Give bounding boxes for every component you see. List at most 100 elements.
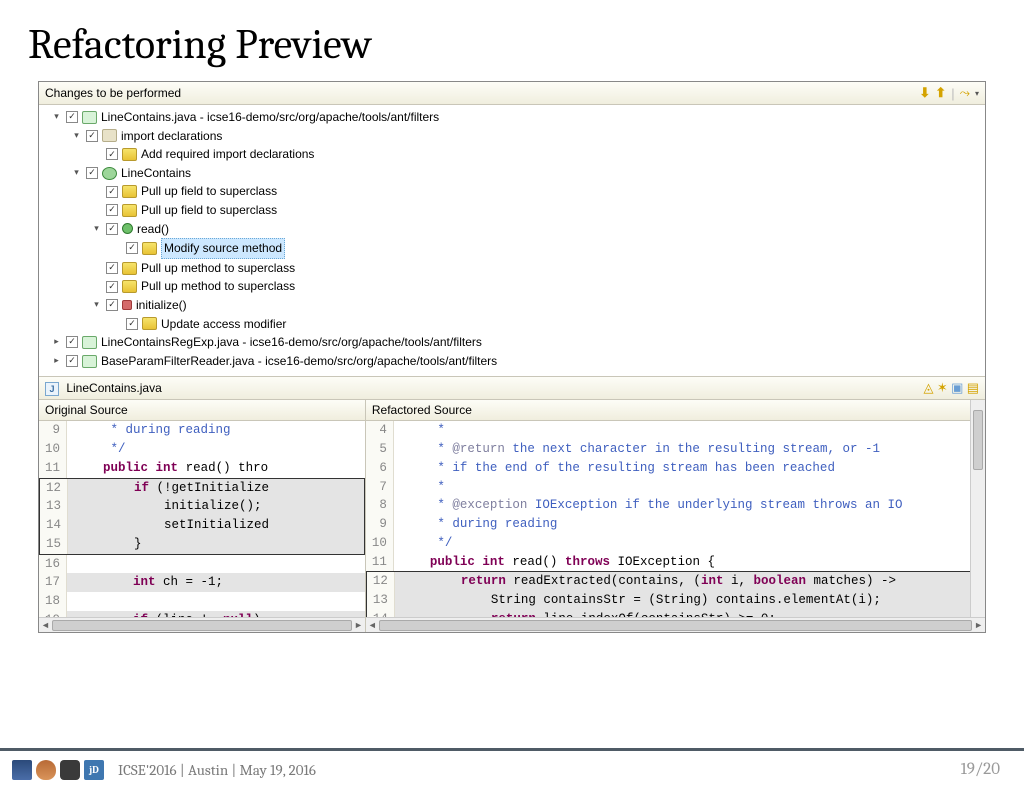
code-text: if (line != null) bbox=[67, 611, 261, 618]
tree-checkbox[interactable] bbox=[106, 186, 118, 198]
tree-node-label: import declarations bbox=[121, 127, 222, 146]
line-number: 17 bbox=[39, 573, 67, 592]
compare-file-name: LineContains.java bbox=[66, 381, 161, 395]
tree-node-label: Pull up method to superclass bbox=[141, 259, 295, 278]
line-number: 15 bbox=[40, 535, 68, 554]
tree-row[interactable]: Update access modifier bbox=[43, 315, 985, 334]
tree-checkbox[interactable] bbox=[106, 204, 118, 216]
tree-toggle-icon bbox=[91, 149, 102, 160]
line-number: 12 bbox=[367, 572, 395, 591]
code-line: 19 if (line != null) bbox=[39, 611, 365, 618]
tree-checkbox[interactable] bbox=[106, 262, 118, 274]
refactored-source-header: Refactored Source bbox=[366, 400, 985, 421]
tree-row[interactable]: Add required import declarations bbox=[43, 145, 985, 164]
tree-toggle-icon[interactable] bbox=[91, 300, 102, 311]
compare-icon-4[interactable]: ▤ bbox=[967, 380, 979, 395]
changes-panel-header: Changes to be performed ⬇ ⬆ | ⤳ ▾ bbox=[39, 82, 985, 105]
tree-toggle-icon[interactable] bbox=[91, 223, 102, 234]
tree-node-label: Pull up field to superclass bbox=[141, 201, 277, 220]
line-number: 8 bbox=[366, 496, 394, 515]
code-line: 4 * bbox=[366, 421, 985, 440]
tree-toggle-icon[interactable] bbox=[51, 356, 62, 367]
original-hscrollbar[interactable]: ◄► bbox=[39, 617, 365, 632]
tree-node-icon bbox=[122, 204, 137, 217]
tree-toggle-icon[interactable] bbox=[71, 168, 82, 179]
code-line: 14 setInitialized bbox=[39, 516, 365, 535]
refactoring-preview-dialog: Changes to be performed ⬇ ⬆ | ⤳ ▾ LineCo… bbox=[38, 81, 986, 633]
line-number: 7 bbox=[366, 478, 394, 497]
tree-checkbox[interactable] bbox=[66, 111, 78, 123]
tree-row[interactable]: read() bbox=[43, 220, 985, 239]
tree-node-label: Modify source method bbox=[161, 238, 285, 259]
refactored-vscrollbar[interactable] bbox=[970, 400, 985, 617]
tree-checkbox[interactable] bbox=[126, 242, 138, 254]
code-line: 12 return readExtracted(contains, (int i… bbox=[366, 571, 985, 591]
prev-change-icon[interactable]: ⬆ bbox=[935, 85, 946, 101]
line-number: 10 bbox=[39, 440, 67, 459]
tree-checkbox[interactable] bbox=[66, 336, 78, 348]
refactored-source-code[interactable]: 4 *5 * @return the next character in the… bbox=[366, 421, 985, 617]
tree-row[interactable]: LineContainsRegExp.java - icse16-demo/sr… bbox=[43, 333, 985, 352]
tree-toggle-icon[interactable] bbox=[71, 130, 82, 141]
tree-row[interactable]: import declarations bbox=[43, 127, 985, 146]
tree-toggle-icon[interactable] bbox=[51, 112, 62, 123]
tree-node-icon bbox=[82, 111, 97, 124]
code-text: String containsStr = (String) contains.e… bbox=[395, 591, 881, 610]
code-line: 16 bbox=[39, 555, 365, 574]
refactored-hscrollbar[interactable]: ◄► bbox=[366, 617, 985, 632]
compare-icon-1[interactable]: ◬ bbox=[923, 380, 933, 395]
tree-node-icon bbox=[82, 355, 97, 368]
code-line: 5 * @return the next character in the re… bbox=[366, 440, 985, 459]
code-text: public int read() thro bbox=[67, 459, 268, 478]
code-line: 10 */ bbox=[39, 440, 365, 459]
tree-checkbox[interactable] bbox=[106, 281, 118, 293]
next-change-icon[interactable]: ⬇ bbox=[919, 85, 930, 101]
tree-row[interactable]: Pull up field to superclass bbox=[43, 182, 985, 201]
code-line: 9 * during reading bbox=[39, 421, 365, 440]
compare-icon-2[interactable]: ✶ bbox=[937, 380, 948, 395]
changes-tree[interactable]: LineContains.java - icse16-demo/src/org/… bbox=[39, 105, 985, 376]
tree-row[interactable]: Pull up method to superclass bbox=[43, 277, 985, 296]
tree-row[interactable]: Pull up method to superclass bbox=[43, 259, 985, 278]
original-source-column: Original Source 9 * during reading10 */1… bbox=[39, 400, 366, 632]
tree-toggle-icon[interactable] bbox=[51, 337, 62, 348]
tree-checkbox[interactable] bbox=[86, 130, 98, 142]
code-text: * @exception IOException if the underlyi… bbox=[394, 496, 903, 515]
code-text: * during reading bbox=[67, 421, 231, 440]
tree-row[interactable]: LineContains.java - icse16-demo/src/org/… bbox=[43, 108, 985, 127]
tree-checkbox[interactable] bbox=[106, 299, 118, 311]
tree-checkbox[interactable] bbox=[106, 223, 118, 235]
filter-icon[interactable]: ⤳ bbox=[960, 85, 970, 101]
line-number: 13 bbox=[367, 591, 395, 610]
tree-node-label: initialize() bbox=[136, 296, 187, 315]
tree-checkbox[interactable] bbox=[106, 148, 118, 160]
line-number: 16 bbox=[39, 555, 67, 574]
original-source-code[interactable]: 9 * during reading10 */11 public int rea… bbox=[39, 421, 365, 617]
original-source-header: Original Source bbox=[39, 400, 365, 421]
code-line: 13 String containsStr = (String) contain… bbox=[366, 591, 985, 610]
tree-node-icon bbox=[122, 280, 137, 293]
tree-row[interactable]: Modify source method bbox=[43, 238, 985, 259]
tree-toggle-icon bbox=[111, 243, 122, 254]
line-number: 18 bbox=[39, 592, 67, 611]
tree-checkbox[interactable] bbox=[126, 318, 138, 330]
tree-toggle-icon bbox=[91, 186, 102, 197]
tree-row[interactable]: initialize() bbox=[43, 296, 985, 315]
tree-checkbox[interactable] bbox=[86, 167, 98, 179]
line-number: 5 bbox=[366, 440, 394, 459]
line-number: 9 bbox=[366, 515, 394, 534]
tree-row[interactable]: LineContains bbox=[43, 164, 985, 183]
tree-checkbox[interactable] bbox=[66, 355, 78, 367]
line-number: 12 bbox=[40, 479, 68, 498]
tree-toggle-icon bbox=[91, 263, 102, 274]
code-text: * during reading bbox=[394, 515, 558, 534]
code-text: */ bbox=[67, 440, 126, 459]
tree-node-label: LineContains.java - icse16-demo/src/org/… bbox=[101, 108, 439, 127]
tree-row[interactable]: Pull up field to superclass bbox=[43, 201, 985, 220]
filter-dropdown-icon[interactable]: ▾ bbox=[975, 89, 979, 98]
tree-node-icon bbox=[122, 185, 137, 198]
tree-toggle-icon bbox=[91, 205, 102, 216]
tree-row[interactable]: BaseParamFilterReader.java - icse16-demo… bbox=[43, 352, 985, 371]
code-text: * bbox=[394, 478, 445, 497]
compare-icon-3[interactable]: ▣ bbox=[951, 380, 963, 395]
